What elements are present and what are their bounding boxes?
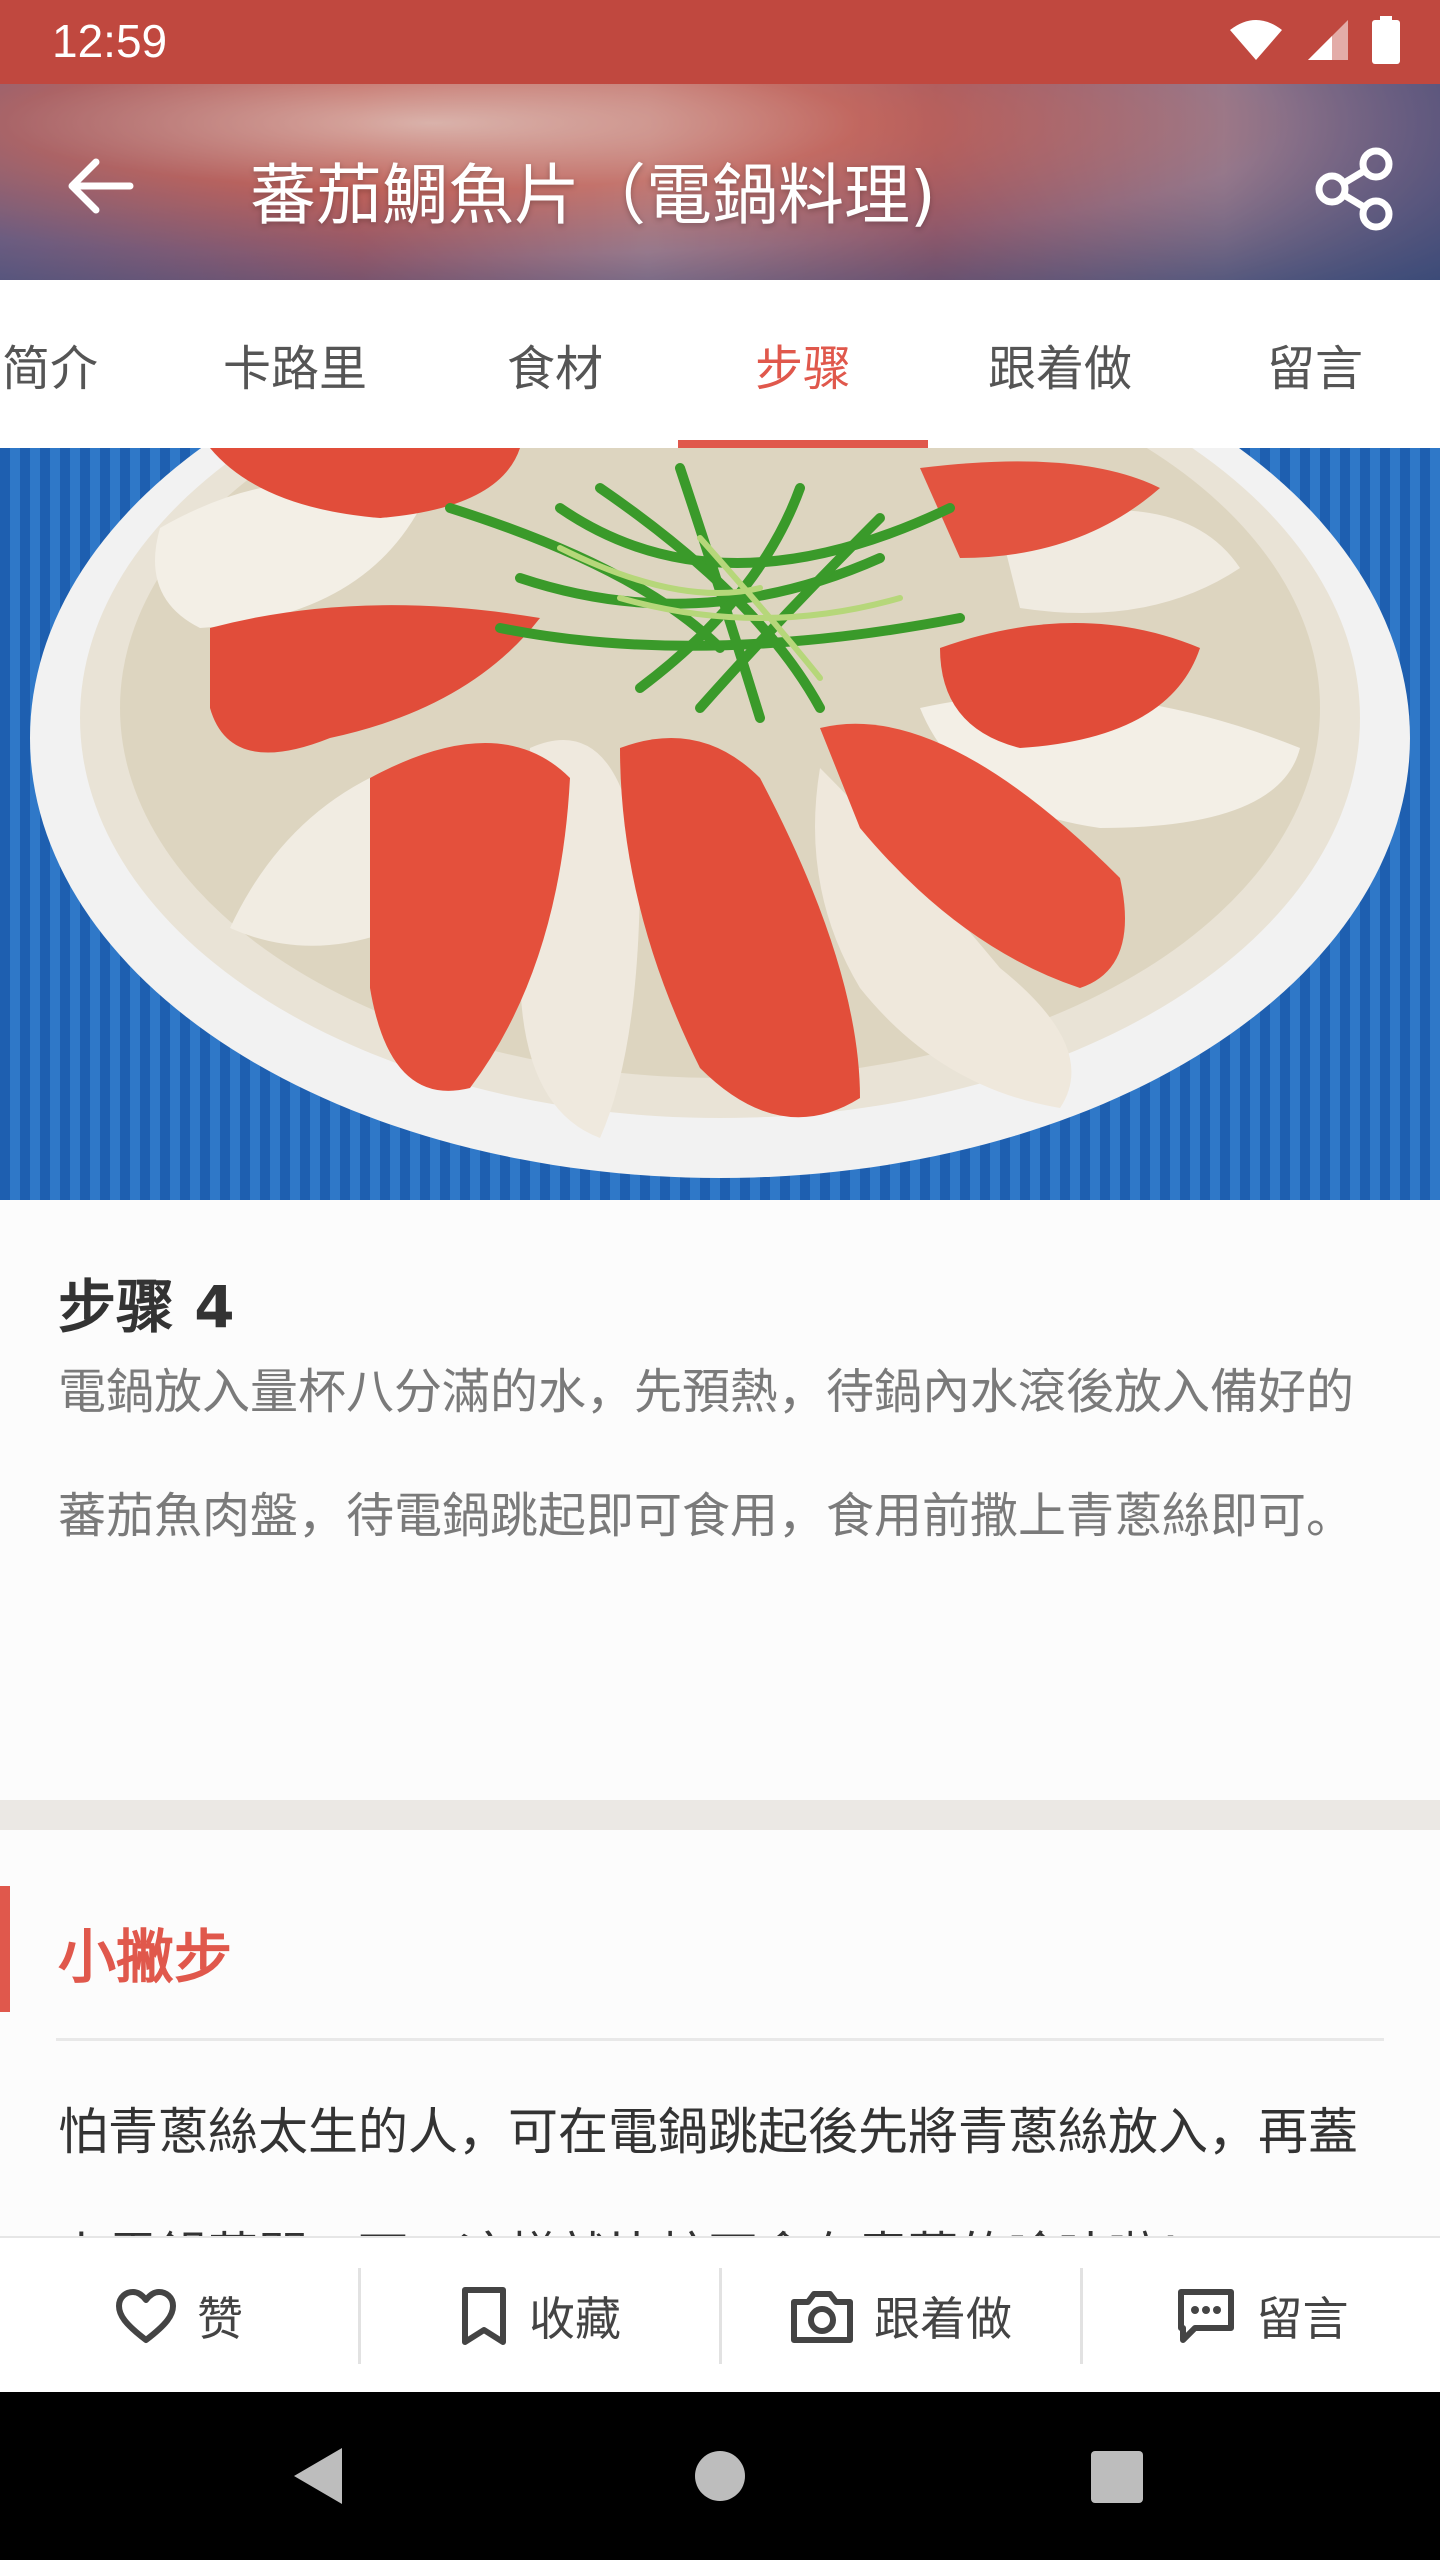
wifi-icon bbox=[1230, 20, 1282, 60]
app-bar: 蕃茄鯛魚片（電鍋料理) bbox=[0, 84, 1440, 280]
share-icon[interactable] bbox=[1310, 144, 1400, 234]
bookmark-icon bbox=[462, 2287, 506, 2345]
section-divider bbox=[0, 1800, 1440, 1830]
tab-bar: 简介 卡路里 食材 步骤 跟着做 留言 bbox=[0, 280, 1440, 449]
tab-intro[interactable]: 简介 bbox=[0, 280, 120, 448]
tab-ingredients[interactable]: 食材 bbox=[440, 280, 670, 448]
tips-divider bbox=[56, 2038, 1384, 2041]
status-bar: 12:59 bbox=[0, 0, 1440, 84]
comment-button[interactable]: 留言 bbox=[1083, 2238, 1440, 2394]
favorite-label: 收藏 bbox=[529, 2292, 621, 2346]
step-description: 電鍋放入量杯八分滿的水，先預熱，待鍋內水滾後放入備好的蕃茄魚肉盤，待電鍋跳起即可… bbox=[58, 1364, 1355, 1544]
signal-icon bbox=[1308, 20, 1348, 60]
follow-cook-button[interactable]: 跟着做 bbox=[722, 2238, 1080, 2394]
tab-follow[interactable]: 跟着做 bbox=[940, 280, 1180, 448]
favorite-button[interactable]: 收藏 bbox=[361, 2238, 719, 2394]
status-time: 12:59 bbox=[52, 15, 168, 67]
step-photo bbox=[0, 448, 1440, 1200]
dish-illustration bbox=[30, 448, 1410, 1178]
comment-label: 留言 bbox=[1256, 2292, 1349, 2346]
tips-title: 小撇步 bbox=[58, 1923, 233, 1991]
nav-home-icon[interactable] bbox=[694, 2450, 746, 2502]
like-button[interactable]: 赞 bbox=[0, 2238, 358, 2394]
tab-comments[interactable]: 留言 bbox=[1200, 280, 1430, 448]
tab-indicator bbox=[678, 440, 928, 448]
follow-cook-label: 跟着做 bbox=[874, 2292, 1012, 2346]
tab-calories[interactable]: 卡路里 bbox=[180, 280, 410, 448]
tips-accent-bar bbox=[0, 1886, 10, 2012]
battery-icon bbox=[1372, 16, 1400, 64]
tab-steps[interactable]: 步骤 bbox=[678, 280, 928, 448]
nav-recents-icon[interactable] bbox=[1090, 2450, 1144, 2504]
comment-icon bbox=[1177, 2289, 1234, 2343]
action-bar: 赞 收藏 跟着做 留言 bbox=[0, 2236, 1440, 2394]
like-label: 赞 bbox=[197, 2292, 243, 2346]
status-icons bbox=[1228, 16, 1400, 64]
back-arrow-icon[interactable] bbox=[60, 146, 140, 226]
system-nav-bar bbox=[0, 2392, 1440, 2560]
page-title: 蕃茄鯛魚片（電鍋料理) bbox=[250, 157, 936, 234]
camera-icon bbox=[791, 2291, 853, 2343]
tips-text: 怕青蔥絲太生的人，可在電鍋跳起後先將青蔥絲放入，再蓋上電鍋蓋悶一下，這樣就比較不… bbox=[58, 2103, 1358, 2236]
nav-back-icon[interactable] bbox=[290, 2444, 346, 2508]
heart-icon bbox=[116, 2289, 176, 2343]
